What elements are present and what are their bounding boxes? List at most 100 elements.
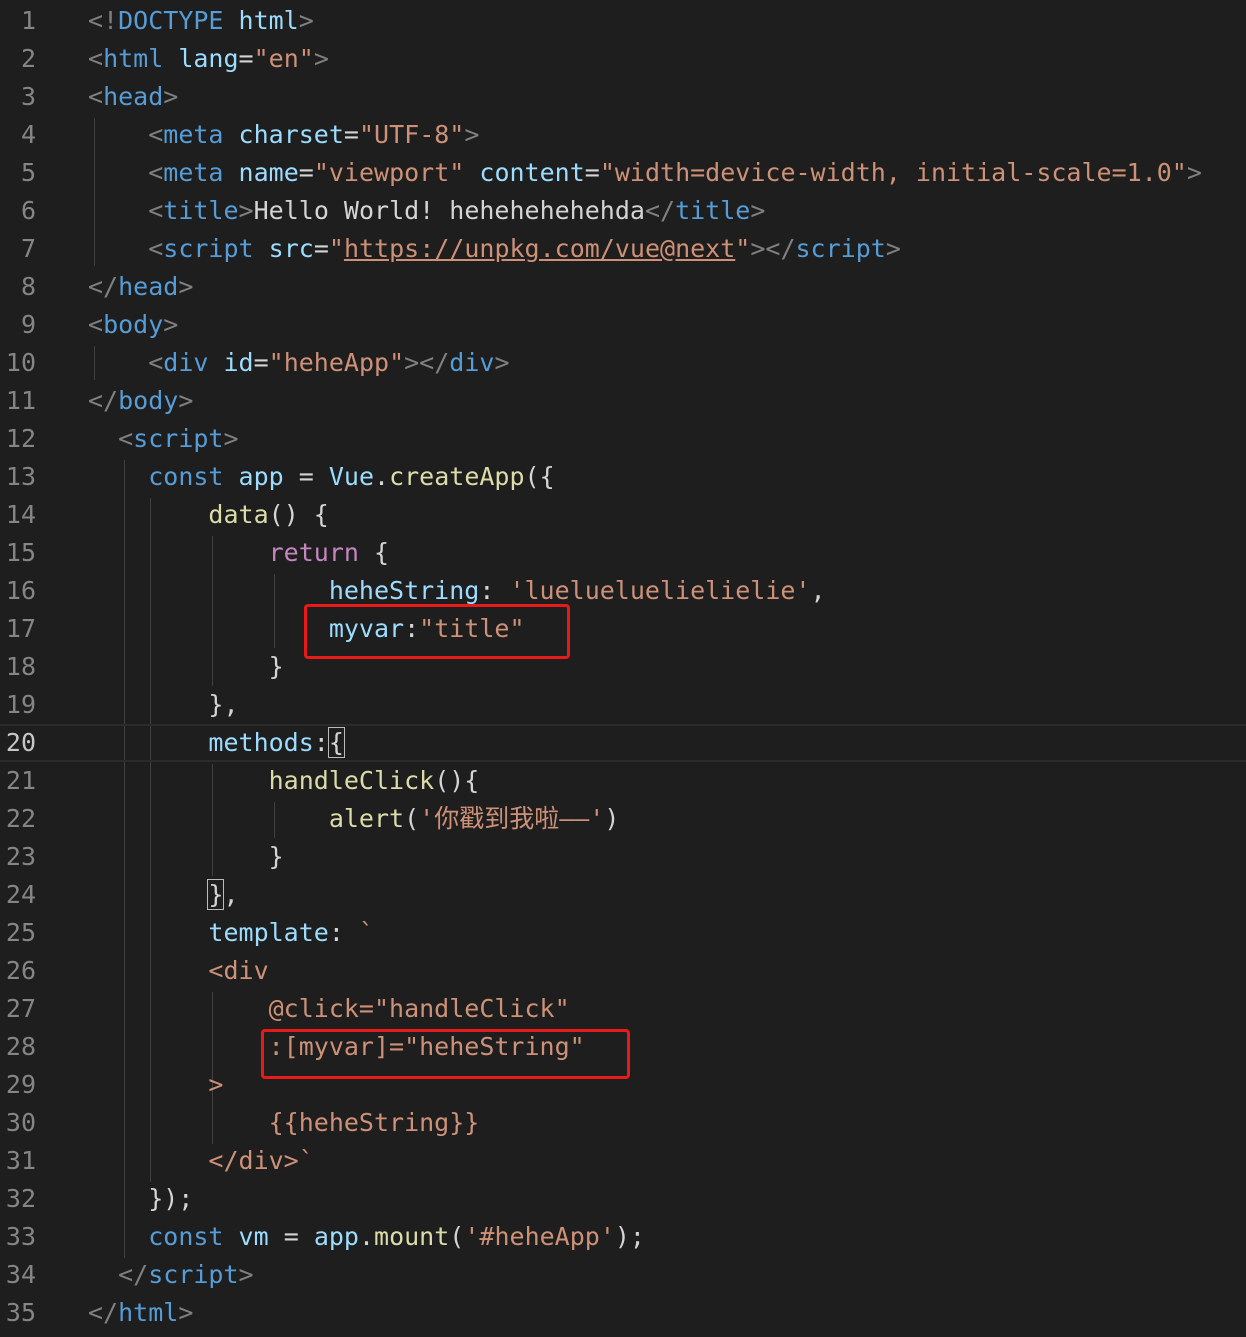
code-token: >	[298, 6, 314, 35]
line-code[interactable]: template: `	[88, 914, 374, 952]
code-token: app	[238, 462, 284, 491]
code-line[interactable]: 7 <script src="https://unpkg.com/vue@nex…	[0, 230, 1246, 268]
line-code[interactable]: <script src="https://unpkg.com/vue@next"…	[88, 230, 901, 268]
code-line[interactable]: 2 <html lang="en">	[0, 40, 1246, 78]
line-code[interactable]: <!DOCTYPE html>	[88, 2, 314, 40]
line-code[interactable]: }	[88, 838, 284, 876]
line-code[interactable]: </body>	[88, 382, 193, 420]
code-line[interactable]: 30 {{heheString}}	[0, 1104, 1246, 1142]
line-code[interactable]: <meta name="viewport" content="width=dev…	[88, 154, 1202, 192]
code-token: });	[88, 1184, 194, 1213]
code-line[interactable]: 5 <meta name="viewport" content="width=d…	[0, 154, 1246, 192]
line-code[interactable]: const vm = app.mount('#heheApp');	[88, 1218, 645, 1256]
line-number: 22	[5, 804, 36, 833]
code-editor[interactable]: 1 <!DOCTYPE html> 2 <html lang="en"> 3 <head>…	[0, 0, 1246, 1337]
code-line[interactable]: 24 },	[0, 876, 1246, 914]
line-code[interactable]: <meta charset="UTF-8">	[88, 116, 479, 154]
code-line[interactable]: 21 handleClick(){	[0, 762, 1246, 800]
code-line[interactable]: 1 <!DOCTYPE html>	[0, 2, 1246, 40]
line-code[interactable]: {{heheString}}	[88, 1104, 480, 1142]
line-code[interactable]: </script>	[88, 1256, 253, 1294]
code-line[interactable]: 13 const app = Vue.createApp({	[0, 458, 1246, 496]
code-line[interactable]: 11 </body>	[0, 382, 1246, 420]
code-token: }	[88, 652, 284, 681]
code-token: .	[358, 1222, 375, 1251]
line-code[interactable]: @click="handleClick"	[88, 990, 570, 1028]
code-line[interactable]: 20 methods:{	[0, 724, 1246, 762]
line-code[interactable]: <script>	[88, 420, 238, 458]
code-line[interactable]: 19 },	[0, 686, 1246, 724]
line-code[interactable]: <div id="heheApp"></div>	[88, 344, 510, 382]
line-code[interactable]: </html>	[88, 1294, 193, 1332]
code-token: >	[238, 196, 254, 225]
code-token: data	[208, 500, 269, 529]
line-number: 30	[5, 1108, 36, 1137]
code-line[interactable]: 25 template: `	[0, 914, 1246, 952]
line-code[interactable]: alert('你戳到我啦——')	[88, 800, 620, 838]
code-line[interactable]: 14 data() {	[0, 496, 1246, 534]
code-line[interactable]: 23 }	[0, 838, 1246, 876]
line-code[interactable]: <title>Hello World! hehehehehehda</title…	[88, 192, 765, 230]
line-number: 28	[5, 1032, 36, 1061]
code-line[interactable]: 12 <script>	[0, 420, 1246, 458]
line-code[interactable]: <html lang="en">	[88, 40, 329, 78]
line-code[interactable]: const app = Vue.createApp({	[88, 458, 554, 496]
line-number: 8	[20, 272, 36, 301]
code-token: script	[148, 1260, 239, 1289]
code-token: title	[163, 196, 239, 225]
code-line[interactable]: 9 <body>	[0, 306, 1246, 344]
line-code[interactable]: });	[88, 1180, 193, 1218]
code-token: =	[313, 234, 329, 263]
line-code[interactable]: return {	[88, 534, 389, 572]
line-code[interactable]: methods:{	[88, 726, 345, 760]
code-token: >	[1186, 158, 1202, 187]
code-line[interactable]: 4 <meta charset="UTF-8">	[0, 116, 1246, 154]
code-line[interactable]: 22 alert('你戳到我啦——')	[0, 800, 1246, 838]
line-code[interactable]: <head>	[88, 78, 178, 116]
code-line[interactable]: 16 heheString: 'luelueluelielielie',	[0, 572, 1246, 610]
line-code[interactable]: },	[88, 686, 238, 724]
code-line[interactable]: 26 <div	[0, 952, 1246, 990]
code-token: '#heheApp'	[464, 1222, 615, 1251]
line-code[interactable]: >	[88, 1066, 223, 1104]
line-code[interactable]: data() {	[88, 496, 328, 534]
code-line[interactable]: 15 return {	[0, 534, 1246, 572]
code-token: <div	[88, 956, 269, 985]
code-line[interactable]: 10 <div id="heheApp"></div>	[0, 344, 1246, 382]
code-line[interactable]: 27 @click="handleClick"	[0, 990, 1246, 1028]
code-token: >	[750, 196, 766, 225]
line-code[interactable]: }	[88, 648, 284, 686]
line-code[interactable]: <body>	[88, 306, 178, 344]
line-number: 13	[5, 462, 36, 491]
code-token: alert	[328, 804, 405, 833]
line-code[interactable]: },	[88, 876, 239, 914]
line-code[interactable]: </div>`	[88, 1142, 313, 1180]
code-token: "	[735, 234, 751, 263]
code-line[interactable]: 6 <title>Hello World! hehehehehehda</tit…	[0, 192, 1246, 230]
code-line[interactable]: 3 <head>	[0, 78, 1246, 116]
code-token: >	[494, 348, 510, 377]
code-line[interactable]: 17 myvar:"title"	[0, 610, 1246, 648]
code-line[interactable]: 34 </script>	[0, 1256, 1246, 1294]
code-line[interactable]: 18 }	[0, 648, 1246, 686]
code-line[interactable]: 35 </html>	[0, 1294, 1246, 1332]
code-line[interactable]: 8 </head>	[0, 268, 1246, 306]
code-token: return	[268, 538, 359, 567]
line-code[interactable]: handleClick(){	[88, 762, 480, 800]
line-code[interactable]: <div	[88, 952, 269, 990]
line-code[interactable]: </head>	[88, 268, 193, 306]
code-token: script	[133, 424, 224, 453]
code-token: createApp	[389, 462, 525, 491]
code-line[interactable]: 33 const vm = app.mount('#heheApp');	[0, 1218, 1246, 1256]
code-token: meta	[163, 158, 224, 187]
code-line[interactable]: 31 </div>`	[0, 1142, 1246, 1180]
code-token: methods	[208, 728, 314, 757]
code-line[interactable]: 32 });	[0, 1180, 1246, 1218]
